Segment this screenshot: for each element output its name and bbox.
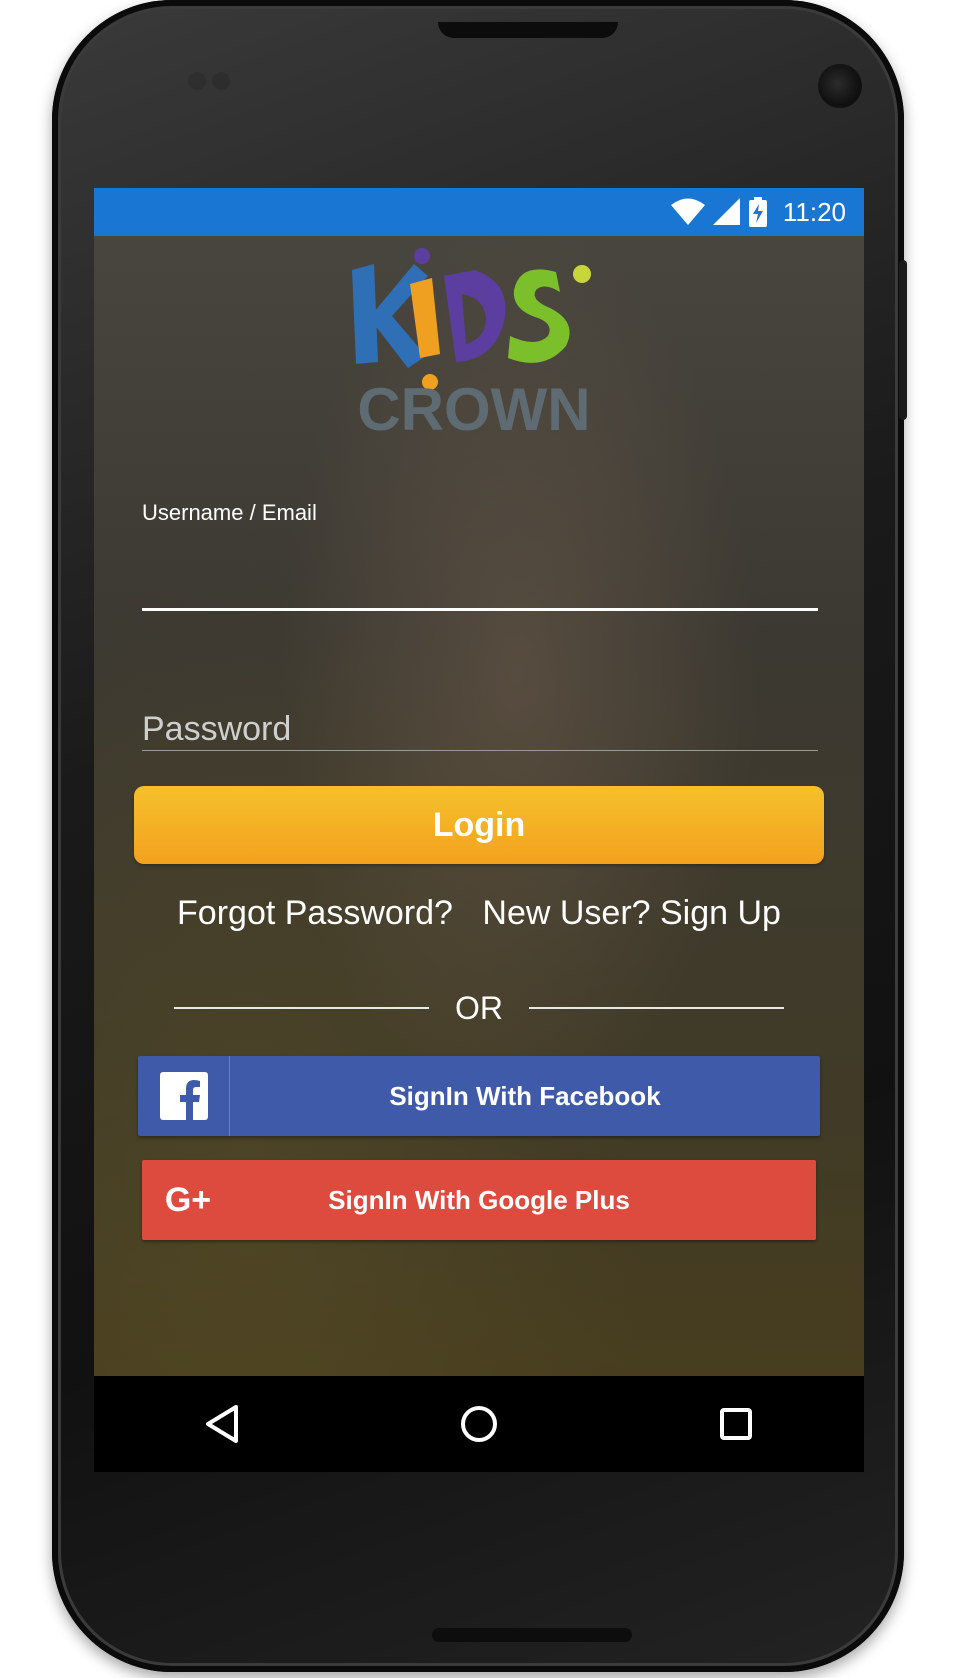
google-plus-icon: G+ bbox=[164, 1180, 212, 1219]
password-underline bbox=[142, 750, 818, 751]
signal-icon bbox=[712, 198, 741, 226]
app-screen: 11:20 CROWN Username / Email Login Forgo… bbox=[94, 188, 864, 1472]
google-signin-button[interactable]: G+ SignIn With Google Plus bbox=[142, 1160, 816, 1240]
navigation-bar bbox=[94, 1376, 864, 1472]
wifi-icon bbox=[670, 198, 705, 226]
home-icon[interactable] bbox=[439, 1384, 519, 1464]
proximity-sensors bbox=[188, 72, 244, 94]
facebook-icon bbox=[159, 1072, 208, 1120]
status-time: 11:20 bbox=[782, 196, 846, 227]
recents-icon[interactable] bbox=[696, 1384, 776, 1464]
or-text: OR bbox=[455, 989, 503, 1026]
kids-crown-logo: CROWN bbox=[344, 212, 604, 443]
facebook-signin-button[interactable]: SignIn With Facebook bbox=[138, 1056, 820, 1136]
logo-crown-text: CROWN bbox=[357, 376, 590, 442]
forgot-password-link[interactable]: Forgot Password? bbox=[177, 894, 453, 932]
login-button[interactable]: Login bbox=[134, 786, 824, 864]
google-signin-label: SignIn With Google Plus bbox=[328, 1184, 630, 1215]
front-camera-icon bbox=[818, 64, 862, 108]
power-button[interactable] bbox=[899, 260, 907, 420]
facebook-signin-label: SignIn With Facebook bbox=[389, 1080, 661, 1111]
account-links: Forgot Password? New User? Sign Up bbox=[94, 894, 864, 933]
or-divider-line-left bbox=[174, 1007, 429, 1009]
username-underline bbox=[142, 608, 818, 611]
back-icon[interactable] bbox=[182, 1384, 262, 1464]
username-input[interactable] bbox=[142, 542, 818, 602]
battery-charging-icon bbox=[748, 197, 767, 227]
facebook-icon-wrap bbox=[138, 1056, 230, 1136]
bottom-speaker bbox=[432, 1628, 632, 1642]
username-label: Username / Email bbox=[142, 500, 317, 525]
or-divider-line-right bbox=[529, 1007, 784, 1009]
or-divider: OR bbox=[174, 988, 784, 1028]
top-speaker bbox=[438, 22, 618, 38]
sign-up-link[interactable]: New User? Sign Up bbox=[482, 894, 781, 932]
